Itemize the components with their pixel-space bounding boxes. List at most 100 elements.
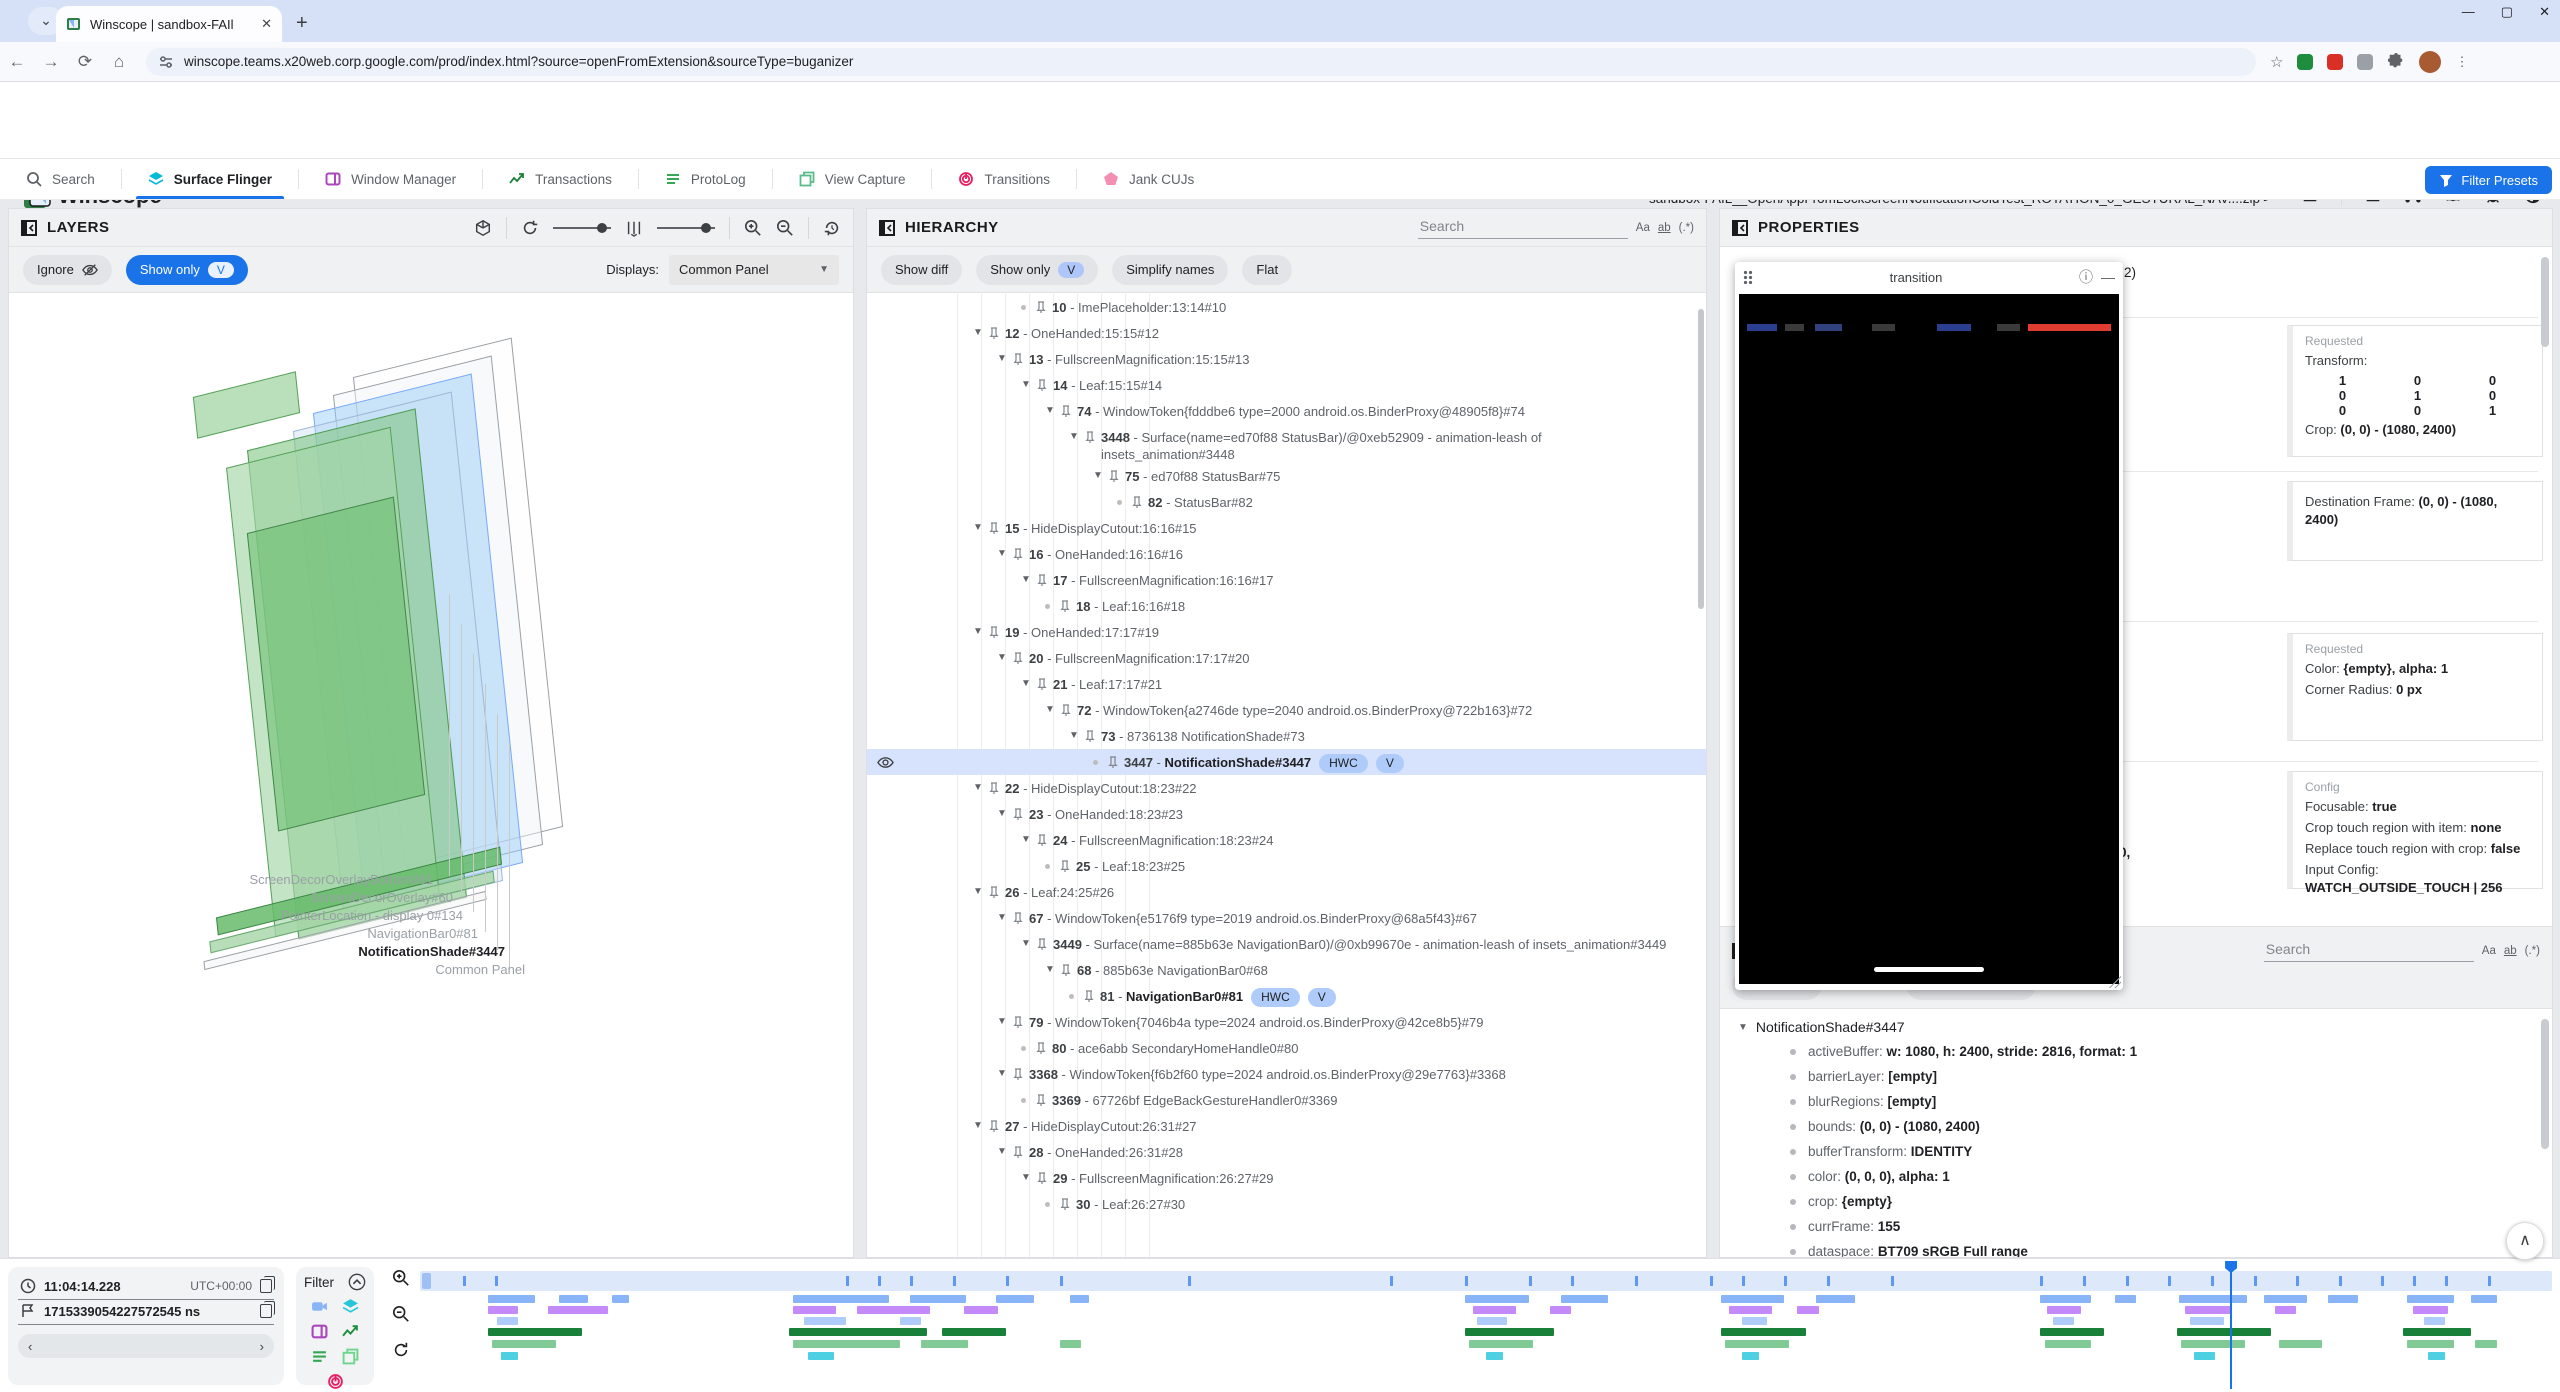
properties-tree-scrollbar[interactable] (2541, 1019, 2549, 1149)
forward-icon[interactable]: → (34, 52, 68, 72)
reset-view-icon[interactable] (823, 219, 841, 237)
bookmark-star-icon[interactable]: ☆ (2270, 53, 2283, 71)
pin-to-timeline-icon[interactable] (1037, 678, 1047, 691)
hierarchy-row-12[interactable]: ▼12 - OneHanded:15:15#12 (867, 320, 1706, 346)
pin-to-timeline-icon[interactable] (1061, 405, 1071, 418)
pin-to-timeline-icon[interactable] (1061, 964, 1071, 977)
resize-handle[interactable] (2109, 976, 2121, 988)
layer-spacing-icon[interactable] (625, 219, 643, 237)
chevron-expanded-icon[interactable]: ▼ (997, 548, 1011, 559)
ns-time-field[interactable]: 1715339054227572545 ns (18, 1300, 274, 1325)
chevron-expanded-icon[interactable]: ▼ (1069, 431, 1083, 442)
property-row[interactable]: currFrame: 155 (1720, 1214, 2552, 1239)
chevron-expanded-icon[interactable]: ▼ (997, 1016, 1011, 1027)
pin-to-timeline-icon[interactable] (1037, 574, 1047, 587)
browser-tab[interactable]: Winscope | sandbox-FAIl ✕ (56, 6, 282, 42)
trace-segment[interactable] (2328, 1295, 2358, 1303)
trace-segment[interactable] (2475, 1340, 2496, 1348)
copy-icon[interactable] (260, 1279, 272, 1293)
chevron-expanded-icon[interactable]: ▼ (973, 327, 987, 338)
trace-segment[interactable] (2053, 1317, 2074, 1325)
match-case-toggle[interactable]: Aa (2482, 945, 2496, 957)
hierarchy-row-74[interactable]: ▼74 - WindowToken{fdddbe6 type=2000 andr… (867, 398, 1706, 424)
hierarchy-row-73[interactable]: ▼73 - 8736138 NotificationShade#73 (867, 723, 1706, 749)
trace-segment[interactable] (1721, 1328, 1806, 1336)
filter-window-toggle[interactable] (311, 1323, 328, 1340)
chevron-expanded-icon[interactable]: ▼ (1093, 470, 1107, 481)
hierarchy-row-17[interactable]: ▼17 - FullscreenMagnification:16:16#17 (867, 567, 1706, 593)
extension-icon-red[interactable] (2327, 54, 2343, 70)
timeline-cursor[interactable] (2230, 1263, 2232, 1389)
copy-icon[interactable] (260, 1304, 272, 1318)
property-row[interactable]: bufferTransform: IDENTITY (1720, 1139, 2552, 1164)
hierarchy-row-25[interactable]: 25 - Leaf:18:23#25 (867, 853, 1706, 879)
pin-to-timeline-icon[interactable] (1013, 1068, 1023, 1081)
hierarchy-row-19[interactable]: ▼19 - OneHanded:17:17#19 (867, 619, 1706, 645)
hierarchy-row-29[interactable]: ▼29 - FullscreenMagnification:26:27#29 (867, 1165, 1706, 1191)
trace-segment[interactable] (808, 1352, 834, 1360)
filter-list-toggle[interactable] (311, 1348, 328, 1365)
next-frame-icon[interactable]: › (260, 1339, 264, 1354)
minimize-icon[interactable]: — (2101, 269, 2115, 285)
trace-segment[interactable] (1816, 1295, 1854, 1303)
pin-to-timeline-icon[interactable] (1013, 1016, 1023, 1029)
layer-label[interactable]: Common Panel (435, 962, 525, 977)
frame-pager[interactable]: ‹ › (18, 1334, 274, 1358)
layer-label[interactable]: ScreenDecorOverlay#60 (311, 890, 453, 905)
properties-tree-root[interactable]: ▼ NotificationShade#3447 (1720, 1009, 2552, 1039)
filter-stack-toggle[interactable] (342, 1348, 359, 1365)
timeline-track[interactable] (420, 1352, 2552, 1360)
chevron-expanded-icon[interactable]: ▼ (997, 912, 1011, 923)
hierarchy-row-3449[interactable]: ▼3449 - Surface(name=885b63e NavigationB… (867, 931, 1706, 957)
site-settings-icon[interactable] (158, 54, 174, 70)
rotation-icon[interactable] (521, 219, 539, 237)
hierarchy-row-20[interactable]: ▼20 - FullscreenMagnification:17:17#20 (867, 645, 1706, 671)
view-3d-icon[interactable] (474, 219, 492, 237)
new-tab-button[interactable]: + (296, 12, 308, 35)
chevron-expanded-icon[interactable]: ▼ (1021, 379, 1035, 390)
chevron-expanded-icon[interactable]: ▼ (997, 1068, 1011, 1079)
pin-to-timeline-icon[interactable] (1109, 470, 1119, 483)
collapse-panel-icon[interactable] (879, 220, 895, 236)
layers-3d-view[interactable]: ScreenDecorOverlayBottom#61 ScreenDecorOv… (9, 294, 853, 1257)
pin-to-timeline-icon[interactable] (989, 522, 999, 535)
property-row[interactable]: dataspace: BT709 sRGB Full range (1720, 1239, 2552, 1257)
hierarchy-row-26[interactable]: ▼26 - Leaf:24:25#26 (867, 879, 1706, 905)
trace-segment[interactable] (1561, 1295, 1608, 1303)
extensions-puzzle-icon[interactable] (2387, 53, 2405, 71)
trace-segment[interactable] (1070, 1295, 1089, 1303)
spacing-slider[interactable] (657, 227, 715, 229)
trace-segment[interactable] (2428, 1352, 2445, 1360)
hierarchy-row-3448[interactable]: ▼3448 - Surface(name=ed70f88 StatusBar)/… (867, 424, 1706, 463)
timeline-track[interactable] (420, 1340, 2552, 1348)
chevron-expanded-icon[interactable]: ▼ (1021, 1172, 1035, 1183)
pin-to-timeline-icon[interactable] (1013, 652, 1023, 665)
trace-segment[interactable] (488, 1328, 582, 1336)
hierarchy-row-3447[interactable]: 3447 - NotificationShade#3447HWCV (867, 749, 1706, 775)
layer-label[interactable]: PointerLocation - display 0#134 (281, 908, 463, 923)
hierarchy-row-27[interactable]: ▼27 - HideDisplayCutout:26:31#27 (867, 1113, 1706, 1139)
hierarchy-row-3369[interactable]: 3369 - 67726bf EdgeBackGestureHandler0#3… (867, 1087, 1706, 1113)
overlay-titlebar[interactable]: transition ⓘ — (1735, 262, 2123, 292)
trace-segment[interactable] (2403, 1328, 2471, 1336)
filter-layers-toggle[interactable] (342, 1298, 359, 1315)
chevron-expanded-icon[interactable]: ▼ (1045, 405, 1059, 416)
trace-segment[interactable] (1550, 1306, 1571, 1314)
layer-label[interactable]: ScreenDecorOverlayBottom#61 (249, 872, 433, 887)
reload-icon[interactable]: ⟳ (68, 52, 102, 72)
trace-segment[interactable] (1060, 1340, 1081, 1348)
pin-to-timeline-icon[interactable] (1085, 730, 1095, 743)
hierarchy-row-22[interactable]: ▼22 - HideDisplayCutout:18:23#22 (867, 775, 1706, 801)
trace-segment[interactable] (2279, 1340, 2322, 1348)
match-word-toggle[interactable]: ab (2504, 945, 2517, 957)
hierarchy-search-input[interactable]: Search (1418, 216, 1628, 239)
pin-to-timeline-icon[interactable] (1013, 548, 1023, 561)
prev-frame-icon[interactable]: ‹ (28, 1339, 32, 1354)
timeline-zoom-in-icon[interactable] (392, 1269, 410, 1287)
trace-segment[interactable] (900, 1317, 921, 1325)
trace-segment[interactable] (501, 1352, 518, 1360)
filter-chart-toggle[interactable] (342, 1323, 359, 1340)
trace-segment[interactable] (964, 1306, 998, 1314)
hierarchy-row-14[interactable]: ▼14 - Leaf:15:15#14 (867, 372, 1706, 398)
properties-search-input[interactable]: Search (2264, 939, 2474, 962)
